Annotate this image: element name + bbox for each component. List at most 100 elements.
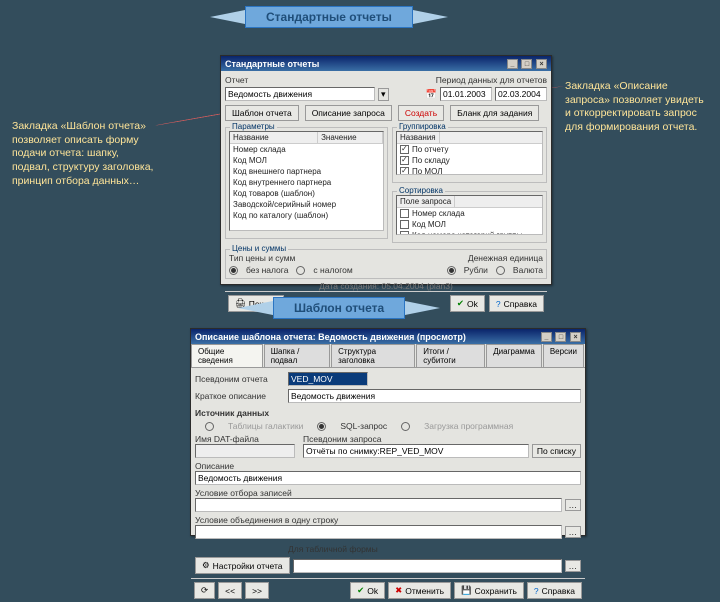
tab-header-footer[interactable]: Шапка / подвал [264, 344, 330, 367]
filter-field[interactable] [195, 498, 562, 512]
list-item[interactable]: Код по каталогу (шаблон) [230, 210, 383, 221]
group-grouping: Группировка [397, 122, 448, 131]
pseudonym-field[interactable] [288, 372, 368, 386]
tab-totals[interactable]: Итоги / субитоги [416, 344, 485, 367]
date-created: Дата создания: 05.04.2004 (plan3) [319, 281, 453, 291]
window-standard-reports: Стандартные отчеты _ □ × Отчет Период да… [220, 55, 552, 285]
dropdown-icon[interactable]: ▾ [378, 88, 389, 101]
max-button[interactable]: □ [555, 332, 566, 342]
ribbon-top: Стандартные отчеты [210, 6, 448, 28]
list-item[interactable]: Код товаров (шаблон) [230, 188, 383, 199]
query-button[interactable]: Описание запроса [305, 105, 392, 121]
pseudonym-label: Псевдоним отчета [195, 374, 285, 384]
window-template-desc: Описание шаблона отчета: Ведомость движе… [190, 328, 586, 536]
date-from[interactable] [440, 87, 492, 101]
filter-label: Условие отбора записей [195, 488, 581, 498]
tableform-ellipsis[interactable]: … [565, 560, 582, 572]
period-label: Период данных для отчетов [436, 75, 547, 85]
radio-tables[interactable] [205, 422, 214, 431]
ribbon-mid: Шаблон отчета [238, 297, 440, 319]
prev-button[interactable]: << [218, 582, 242, 599]
list-item[interactable]: Код внутреннего партнера [230, 177, 383, 188]
check-icon: ✔ [457, 298, 464, 309]
checkbox[interactable] [400, 209, 409, 218]
help-button[interactable]: ?Справка [489, 295, 544, 312]
titlebar-1: Стандартные отчеты _ □ × [221, 56, 551, 71]
radio-rub[interactable] [447, 266, 456, 275]
report-label: Отчет [225, 75, 248, 85]
tableform-label: Для табличной формы [288, 544, 378, 554]
report-select[interactable] [225, 87, 375, 101]
save-button[interactable]: 💾Сохранить [454, 582, 524, 599]
checkbox[interactable] [400, 231, 409, 235]
icon-button[interactable]: ⟳ [194, 582, 215, 599]
date-to[interactable] [495, 87, 547, 101]
ok-button[interactable]: ✔Ok [450, 295, 485, 312]
tabstrip: Общие сведения Шапка / подвал Структура … [191, 344, 585, 368]
by-list-button[interactable]: По списку [532, 444, 581, 458]
list-item[interactable]: Номер склада [230, 144, 383, 155]
cancel-button[interactable]: ✖Отменить [388, 582, 451, 599]
radio-cur[interactable] [496, 266, 505, 275]
refresh-icon: ⟳ [201, 585, 208, 596]
help-icon: ? [534, 586, 539, 596]
tab-diagram[interactable]: Диаграмма [486, 344, 542, 367]
gear-icon: ⚙ [202, 560, 210, 571]
filter-ellipsis[interactable]: … [565, 499, 582, 511]
merge-ellipsis[interactable]: … [565, 526, 582, 538]
tableform-field[interactable] [293, 559, 562, 573]
qpseud-field[interactable] [303, 444, 529, 458]
short-label: Краткое описание [195, 391, 285, 401]
prices-group: Цены и суммы [230, 244, 288, 253]
col-value: Значение [318, 132, 383, 143]
min-button[interactable]: _ [507, 59, 518, 69]
calendar-icon[interactable]: 📅 [426, 89, 437, 100]
radio-prog[interactable] [401, 422, 410, 431]
dat-field[interactable] [195, 444, 295, 458]
blank-button[interactable]: Бланк для задания [450, 105, 539, 121]
cancel-icon: ✖ [395, 585, 402, 596]
radio-no-tax[interactable] [229, 266, 238, 275]
list-item[interactable]: Код МОЛ [230, 155, 383, 166]
tab-versions[interactable]: Версии [543, 344, 584, 367]
checkbox[interactable] [400, 145, 409, 154]
group-sort: Сортировка [397, 186, 445, 195]
merge-field[interactable] [195, 525, 562, 539]
annotation-left: Закладка «Шаблон отчета» позволяет описа… [12, 120, 157, 188]
list-item[interactable]: Заводской/серийный номер [230, 199, 383, 210]
close-button[interactable]: × [570, 332, 581, 342]
dat-label: Имя DAT-файла [195, 434, 295, 444]
save-icon: 💾 [461, 585, 472, 596]
checkbox[interactable] [400, 220, 409, 229]
radio-with-tax[interactable] [296, 266, 305, 275]
ok-button-2[interactable]: ✔Ok [350, 582, 385, 599]
help-icon: ? [496, 299, 501, 309]
params-group-title: Параметры [230, 122, 277, 131]
template-button[interactable]: Шаблон отчета [225, 105, 299, 121]
desc-field[interactable] [195, 471, 581, 485]
ribbon-mid-label: Шаблон отчета [273, 297, 405, 319]
ribbon-top-label: Стандартные отчеты [245, 6, 413, 28]
help-button-2[interactable]: ?Справка [527, 582, 582, 599]
title-2: Описание шаблона отчета: Ведомость движе… [195, 332, 466, 342]
list-item[interactable]: Код внешнего партнера [230, 166, 383, 177]
close-button[interactable]: × [536, 59, 547, 69]
settings-button[interactable]: ⚙Настройки отчета [195, 557, 290, 574]
titlebar-2: Описание шаблона отчета: Ведомость движе… [191, 329, 585, 344]
src-label: Источник данных [195, 408, 269, 418]
create-button[interactable]: Создать [398, 105, 444, 121]
short-field[interactable] [288, 389, 581, 403]
sysbuttons-2: _ □ × [540, 331, 581, 342]
next-button[interactable]: >> [245, 582, 269, 599]
radio-sql[interactable] [317, 422, 326, 431]
checkbox[interactable] [400, 156, 409, 165]
col-name: Название [230, 132, 318, 143]
title-1: Стандартные отчеты [225, 59, 319, 69]
max-button[interactable]: □ [521, 59, 532, 69]
annotation-right: Закладка «Описание запроса» позволяет ув… [565, 80, 710, 135]
desc-label: Описание [195, 461, 581, 471]
tab-general[interactable]: Общие сведения [191, 344, 263, 367]
tab-structure[interactable]: Структура заголовка [331, 344, 415, 367]
checkbox[interactable] [400, 167, 409, 175]
min-button[interactable]: _ [541, 332, 552, 342]
